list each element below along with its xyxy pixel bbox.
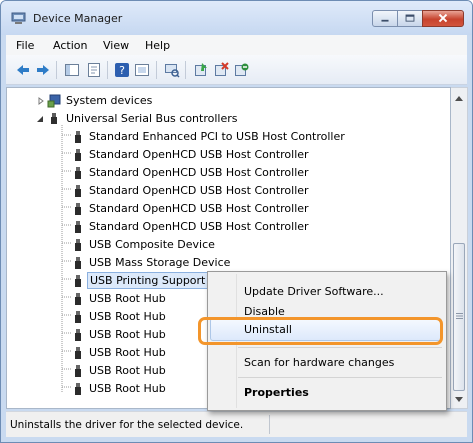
title-bar[interactable]: Device Manager <box>1 1 472 35</box>
tree-item-label: Standard OpenHCD USB Host Controller <box>89 148 309 161</box>
forward-arrow-icon[interactable] <box>35 62 51 78</box>
device-manager-window: Device Manager File Action View Help ? S… <box>0 0 473 443</box>
tree-item-system-devices[interactable]: System devices <box>7 92 447 110</box>
expand-arrow-icon[interactable] <box>37 97 45 105</box>
menu-item-scan-hardware[interactable]: Scan for hardware changes <box>244 356 394 369</box>
toolbar-separator <box>56 61 57 79</box>
disable-icon[interactable] <box>233 62 249 78</box>
toolbar-separator <box>156 61 157 79</box>
properties-icon[interactable] <box>86 62 102 78</box>
menu-action[interactable]: Action <box>53 39 87 52</box>
view-icon[interactable] <box>134 62 150 78</box>
tree-item-usb-child[interactable]: Standard OpenHCD USB Host Controller <box>7 218 447 236</box>
tree-item-label: USB Root Hub <box>89 346 166 359</box>
tree-item-usb-child[interactable]: Standard OpenHCD USB Host Controller <box>7 182 447 200</box>
tree-item-label: Universal Serial Bus controllers <box>66 112 238 125</box>
usb-device-icon <box>75 311 81 323</box>
uninstall-callout-outline <box>198 317 443 345</box>
tree-item-usb-child[interactable]: Standard Enhanced PCI to USB Host Contro… <box>7 128 447 146</box>
close-icon <box>438 13 448 23</box>
usb-device-icon <box>75 293 81 305</box>
tree-item-label: System devices <box>66 94 153 107</box>
tree-item-label: Standard OpenHCD USB Host Controller <box>89 220 309 233</box>
scan-hardware-icon[interactable] <box>164 62 180 78</box>
uninstall-icon[interactable] <box>213 62 229 78</box>
usb-device-icon <box>75 383 81 395</box>
caption-buttons <box>372 10 464 27</box>
context-menu-separator <box>238 347 442 348</box>
tree-item-label: Standard OpenHCD USB Host Controller <box>89 184 309 197</box>
device-manager-app-icon <box>11 12 26 24</box>
menu-help[interactable]: Help <box>145 39 170 52</box>
menu-view[interactable]: View <box>103 39 129 52</box>
status-text: Uninstalls the driver for the selected d… <box>10 419 244 431</box>
usb-device-icon <box>75 239 81 251</box>
menu-file[interactable]: File <box>16 39 34 52</box>
vertical-scrollbar[interactable] <box>451 87 468 409</box>
tree-item-label: USB Mass Storage Device <box>89 256 231 269</box>
tree-item-usb-controllers[interactable]: Universal Serial Bus controllers <box>7 110 447 128</box>
tree-item-usb-child[interactable]: USB Mass Storage Device <box>7 254 447 272</box>
help-icon[interactable]: ? <box>114 62 130 78</box>
update-driver-icon[interactable] <box>193 62 209 78</box>
menu-bar: File Action View Help <box>6 35 467 55</box>
minimize-button[interactable] <box>372 10 398 27</box>
usb-device-icon <box>75 329 81 341</box>
usb-device-icon <box>75 167 81 179</box>
usb-device-icon <box>75 149 81 161</box>
back-arrow-icon[interactable] <box>15 62 31 78</box>
toolbar-separator <box>107 61 108 79</box>
tree-item-usb-child[interactable]: Standard OpenHCD USB Host Controller <box>7 200 447 218</box>
tree-item-label: USB Root Hub <box>89 364 166 377</box>
usb-device-icon <box>75 275 81 287</box>
menu-item-properties[interactable]: Properties <box>244 386 309 399</box>
show-hide-console-tree-icon[interactable] <box>64 62 80 78</box>
tree-item-usb-child[interactable]: Standard OpenHCD USB Host Controller <box>7 146 447 164</box>
tree-item-label: USB Root Hub <box>89 310 166 323</box>
status-bar: Uninstalls the driver for the selected d… <box>6 411 467 437</box>
maximize-icon <box>405 14 415 22</box>
tree-item-label: USB Root Hub <box>89 292 166 305</box>
usb-device-icon <box>75 221 81 233</box>
scrollbar-thumb[interactable] <box>453 243 465 391</box>
tree-item-label: Standard Enhanced PCI to USB Host Contro… <box>89 130 345 143</box>
usb-controller-icon <box>51 113 57 124</box>
usb-device-icon <box>75 131 81 143</box>
window-title: Device Manager <box>33 12 123 25</box>
maximize-button[interactable] <box>397 10 423 27</box>
usb-device-icon <box>75 203 81 215</box>
menu-item-update-driver[interactable]: Update Driver Software... <box>244 285 384 298</box>
collapse-arrow-icon[interactable] <box>36 115 44 123</box>
tree-item-label-selected: USB Printing Support <box>87 272 209 289</box>
close-button[interactable] <box>422 10 464 27</box>
scroll-up-arrow-icon[interactable] <box>455 95 463 101</box>
tree-item-label: USB Root Hub <box>89 328 166 341</box>
system-devices-icon <box>47 94 61 108</box>
tree-item-label: Standard OpenHCD USB Host Controller <box>89 166 309 179</box>
usb-device-icon <box>75 257 81 269</box>
usb-device-icon <box>75 365 81 377</box>
scroll-down-arrow-icon[interactable] <box>455 397 463 403</box>
svg-text:?: ? <box>119 64 125 77</box>
toolbar: ? <box>6 55 467 85</box>
minimize-icon <box>381 19 389 22</box>
context-menu-separator <box>238 377 442 378</box>
tree-item-label: USB Composite Device <box>89 238 215 251</box>
thumb-grip-icon <box>456 313 463 319</box>
usb-device-icon <box>75 185 81 197</box>
status-divider <box>269 415 270 434</box>
tree-item-usb-child[interactable]: Standard OpenHCD USB Host Controller <box>7 164 447 182</box>
toolbar-separator <box>185 61 186 79</box>
tree-item-label: Standard OpenHCD USB Host Controller <box>89 202 309 215</box>
tree-item-label: USB Root Hub <box>89 382 166 395</box>
tree-item-usb-child[interactable]: USB Composite Device <box>7 236 447 254</box>
usb-device-icon <box>75 347 81 359</box>
